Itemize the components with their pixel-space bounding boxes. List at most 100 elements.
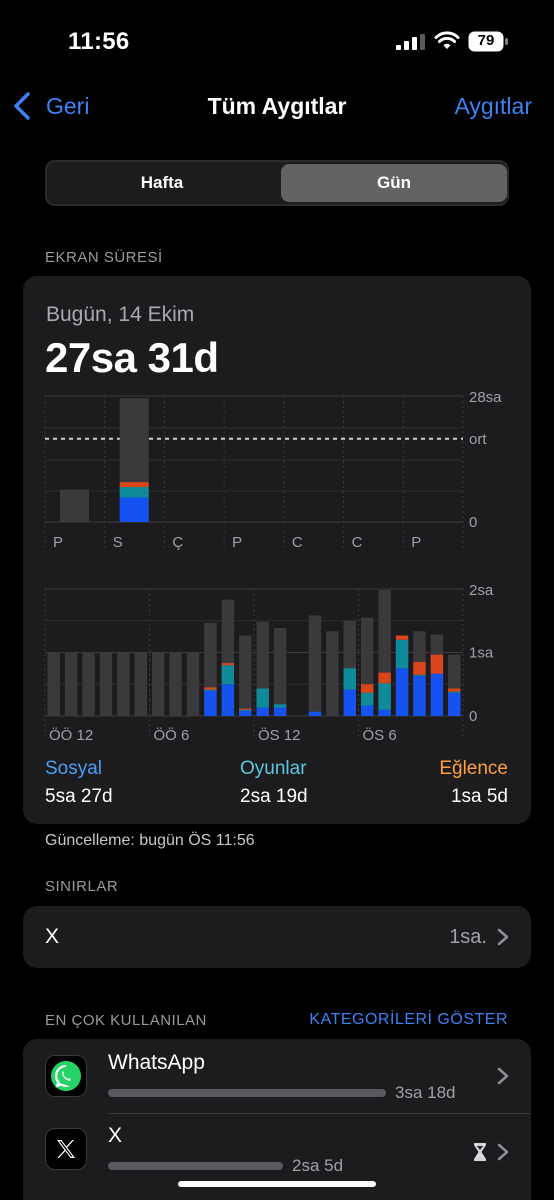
hour-bar-segment-oyunlar — [448, 691, 461, 693]
wifi-icon — [434, 31, 460, 49]
app-name: X — [108, 1124, 123, 1147]
segment-day[interactable]: Gün — [281, 164, 507, 202]
hour-bar-segment-sosyal — [395, 668, 409, 716]
hour-bar-segment-sosyal — [239, 710, 252, 716]
segment-week[interactable]: Hafta — [49, 164, 275, 202]
hour-bar — [273, 628, 287, 716]
limit-app-name: X — [45, 925, 60, 948]
whatsapp-icon — [45, 1055, 87, 1097]
list-item-x[interactable]: X 2sa 5d — [23, 1114, 531, 1188]
legend-eglence: Eğlence 1sa 5d — [439, 758, 508, 808]
hour-bar-segment-oyunlar — [204, 689, 217, 691]
limit-value: 1sa. — [449, 926, 487, 948]
x-tick-label: ÖÖ 6 — [154, 726, 190, 744]
hour-bar-segment-eglence — [413, 662, 426, 675]
hour-bar-segment-oyunlar — [361, 692, 374, 706]
x-logo-icon — [45, 1128, 87, 1170]
hour-bar-segment-sosyal — [361, 705, 374, 716]
chevron-right-icon — [497, 1067, 509, 1085]
limit-row-x[interactable]: X 1sa. — [23, 906, 531, 968]
screen-time-card[interactable]: Bugün, 14 Ekim 27sa 31d 28sa ort 0 P S Ç P C C P 2… — [23, 276, 531, 824]
status-time: 11:56 — [68, 28, 130, 55]
legend-oyunlar: Oyunlar 2sa 19d — [240, 758, 308, 808]
legend-value: 1sa 5d — [450, 786, 508, 807]
x-tick-label: C — [352, 534, 363, 551]
hour-bar-segment-oyunlar — [378, 683, 391, 710]
hour-bar-segment-sosyal — [308, 711, 322, 716]
hour-bar-segment-oyunlar — [343, 668, 356, 690]
hour-bar-segment-sosyal — [343, 689, 356, 716]
list-item-whatsapp[interactable]: WhatsApp 3sa 18d — [23, 1039, 531, 1113]
most-used-section-label: EN ÇOK KULLANILAN — [45, 1012, 207, 1029]
x-tick-label: P — [411, 534, 421, 551]
screen-time-charts: 28sa ort 0 P S Ç P C C P 2sa 1sa 0 ÖÖ 12 ÖÖ 6 ÖS 12 ÖS 6 — [44, 389, 502, 744]
battery-icon: 79 — [468, 31, 508, 52]
hour-bar-segment-oyunlar — [413, 674, 426, 676]
app-usage-time: 3sa 18d — [395, 1083, 456, 1102]
x-tick-label: P — [232, 534, 242, 551]
show-categories-button[interactable]: KATEGORİLERİ GÖSTER — [309, 1011, 508, 1029]
hour-bar-segment-eglence — [378, 672, 391, 684]
hour-bar-segment-sosyal — [448, 692, 461, 716]
x-tick-label: C — [292, 534, 303, 551]
hour-bar-segment-oyunlar — [256, 688, 269, 708]
y-tick-label: 0 — [469, 708, 477, 725]
y-tick-label: 1sa — [469, 645, 494, 662]
hour-bar — [186, 652, 200, 716]
usage-bar — [108, 1089, 386, 1097]
screen-time-section-label: EKRAN SÜRESİ — [45, 249, 163, 266]
hour-bar — [117, 652, 130, 716]
hour-bar-segment-sosyal — [221, 684, 235, 716]
hour-bar-segment-eglence — [395, 635, 409, 640]
hour-bar-segment-oyunlar — [395, 639, 409, 669]
chevron-right-icon — [497, 1143, 509, 1161]
bar-segment-eğlence — [119, 482, 149, 488]
y-tick-label: 2sa — [469, 582, 494, 599]
legend-value: 2sa 19d — [240, 786, 308, 807]
legend-sosyal: Sosyal 5sa 27d — [45, 758, 113, 808]
hour-bar — [82, 652, 95, 716]
y-tick-label: 0 — [469, 514, 477, 531]
hour-bar-segment-sosyal — [204, 690, 217, 716]
home-indicator — [178, 1181, 376, 1187]
hour-bar-segment-eglence — [204, 687, 217, 690]
status-bar: 11:56 79 — [0, 0, 554, 80]
hour-bar — [47, 652, 60, 716]
y-tick-label: 28sa — [469, 389, 502, 406]
hour-bar — [134, 652, 147, 716]
limits-section-label: SINIRLAR — [45, 878, 119, 895]
legend-value: 5sa 27d — [45, 786, 113, 807]
devices-button[interactable]: Aygıtlar — [454, 93, 532, 120]
legend-category: Oyunlar — [240, 758, 307, 779]
x-tick-label: ÖS 12 — [258, 726, 301, 744]
period-segmented-control: Hafta Gün — [45, 160, 509, 206]
hour-bar — [99, 652, 113, 716]
hour-bar-segment-oyunlar — [239, 709, 252, 711]
cellular-signal-icon — [396, 34, 425, 50]
hour-bar-segment-eglence — [448, 688, 461, 692]
legend-category: Eğlence — [439, 758, 508, 779]
x-tick-label: ÖÖ 12 — [49, 726, 93, 744]
x-tick-label: S — [113, 534, 123, 551]
hour-bar — [169, 652, 182, 716]
hour-bar-segment-sosyal — [378, 709, 391, 716]
hour-bar — [64, 652, 78, 716]
app-name: WhatsApp — [108, 1051, 205, 1074]
hour-bar-segment-eglence — [361, 684, 374, 693]
x-tick-label: ÖS 6 — [363, 726, 397, 744]
app-usage-time: 2sa 5d — [292, 1156, 344, 1175]
usage-bar — [108, 1162, 283, 1170]
bar — [60, 489, 89, 522]
legend-category: Sosyal — [45, 758, 103, 779]
bar-segment-sosyal — [119, 497, 149, 522]
chevron-right-icon — [497, 928, 509, 946]
battery-level: 79 — [477, 32, 495, 49]
y-tick-label: ort — [469, 431, 487, 448]
x-tick-label: P — [53, 534, 63, 551]
hour-bar — [308, 615, 322, 716]
bar-segment-oyunlar — [119, 487, 149, 498]
hour-bar-segment-oyunlar — [273, 704, 287, 708]
updated-timestamp: Güncelleme: bugün ÖS 11:56 — [45, 832, 255, 849]
hour-bar-segment-sosyal — [273, 707, 287, 716]
most-used-list: WhatsApp 3sa 18d X 2sa 5d — [23, 1039, 531, 1200]
